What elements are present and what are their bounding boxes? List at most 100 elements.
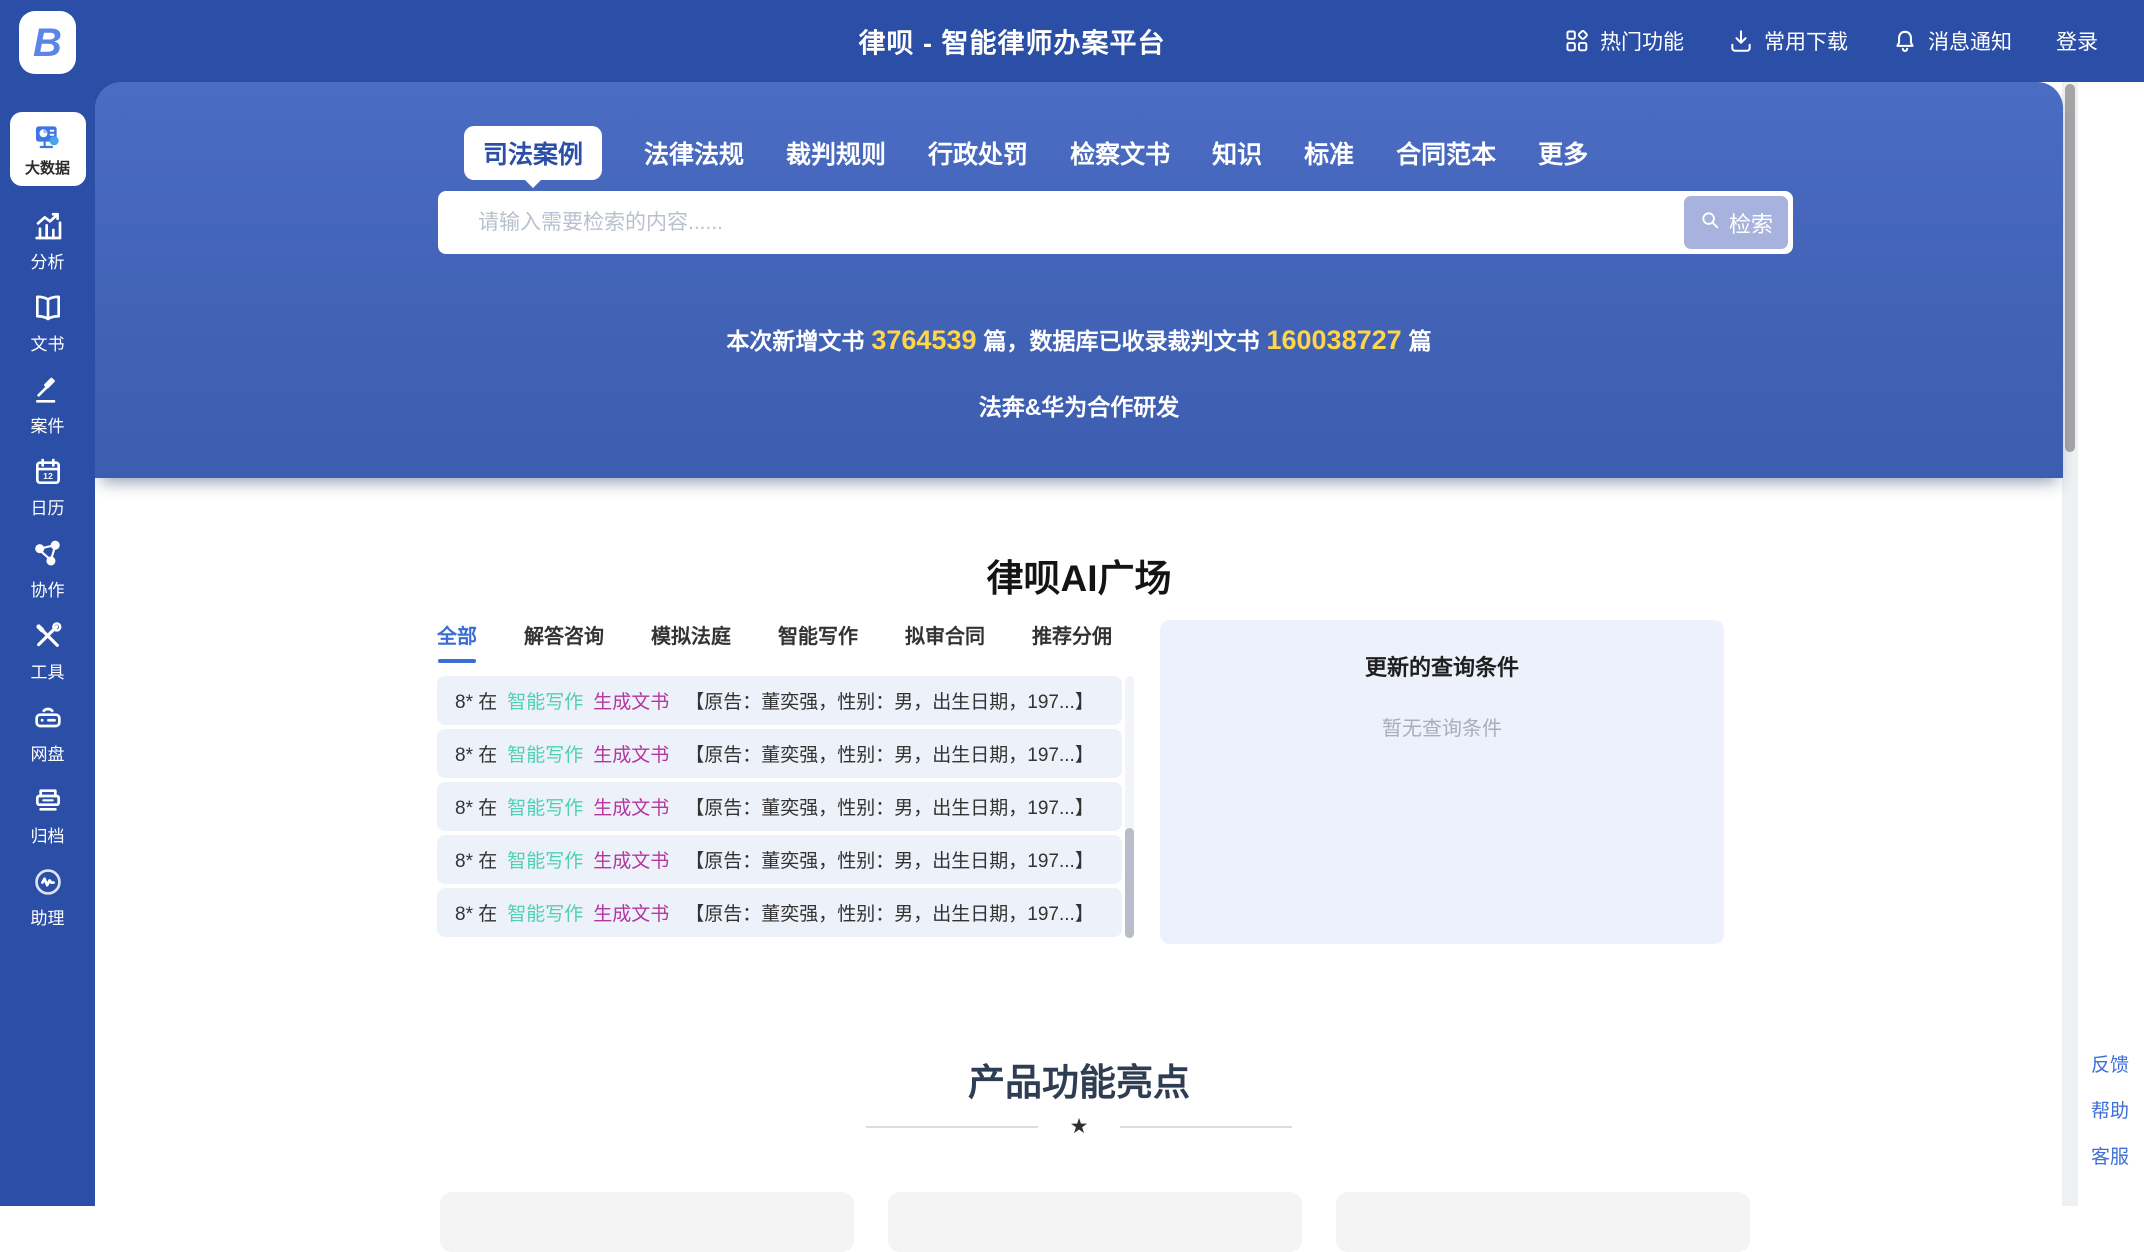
feedback-link[interactable]: 反馈 <box>2080 1050 2140 1077</box>
tab-administrative-penalty[interactable]: 行政处罚 <box>928 135 1028 171</box>
item-action-tag: 生成文书 <box>593 846 669 873</box>
list-scrollbar-track <box>1125 676 1134 938</box>
document-stats: 本次新增文书3764539篇，数据库已收录裁判文书160038727篇 <box>95 322 2063 356</box>
help-link[interactable]: 帮助 <box>2080 1096 2140 1123</box>
item-user: 8* 在 <box>455 793 497 820</box>
tab-adjudication-rules[interactable]: 裁判规则 <box>786 135 886 171</box>
item-content: 【原告：董奕强，性别：男，出生日期，197...】 <box>685 846 1094 873</box>
tab-standards[interactable]: 标准 <box>1304 135 1354 171</box>
bell-icon <box>1892 28 1918 54</box>
sidebar-item-bigdata[interactable]: 大数据 <box>10 112 86 186</box>
divider-line <box>1120 1126 1292 1128</box>
list-item[interactable]: 8* 在智能写作生成文书【原告：董奕强，性别：男，出生日期，197...】 <box>437 888 1122 937</box>
item-user: 8* 在 <box>455 687 497 714</box>
sidebar-item-label: 网盘 <box>31 740 65 765</box>
sidebar-item-documents[interactable]: 文书 <box>0 282 95 364</box>
sidebar-item-tools[interactable]: 工具 <box>0 610 95 692</box>
ai-activity-list: 8* 在智能写作生成文书【原告：董奕强，性别：男，出生日期，197...】 8*… <box>437 676 1122 941</box>
notifications-button[interactable]: 消息通知 <box>1892 26 2012 56</box>
item-action-tag: 生成文书 <box>593 687 669 714</box>
sidebar-item-archive[interactable]: 归档 <box>0 774 95 856</box>
notifications-label: 消息通知 <box>1928 26 2012 56</box>
gavel-icon <box>32 374 64 406</box>
search-icon <box>1699 209 1721 237</box>
sidebar-item-collaboration[interactable]: 协作 <box>0 528 95 610</box>
ai-plaza-title: 律呗AI广场 <box>95 548 2063 602</box>
sidebar-menu: 大数据 分析 文书 <box>0 112 95 938</box>
sidebar-item-label: 日历 <box>31 494 65 519</box>
item-user: 8* 在 <box>455 846 497 873</box>
tab-judicial-cases[interactable]: 司法案例 <box>464 126 602 180</box>
page-scrollbar-thumb[interactable] <box>2065 84 2075 452</box>
stats-total-docs-count: 160038727 <box>1259 325 1408 355</box>
list-item[interactable]: 8* 在智能写作生成文书【原告：董奕强，性别：男，出生日期，197...】 <box>437 835 1122 884</box>
search-button-label: 检索 <box>1729 207 1773 239</box>
item-content: 【原告：董奕强，性别：男，出生日期，197...】 <box>685 793 1094 820</box>
sidebar-item-label: 工具 <box>31 658 65 683</box>
login-button[interactable]: 登录 <box>2056 26 2098 56</box>
list-scrollbar-thumb[interactable] <box>1125 828 1134 938</box>
ai-tab-contract-review[interactable]: 拟审合同 <box>905 620 985 663</box>
feature-card <box>440 1192 854 1252</box>
sidebar-item-label: 协作 <box>31 576 65 601</box>
svg-text:12: 12 <box>43 471 53 481</box>
query-panel-title: 更新的查询条件 <box>1160 650 1724 682</box>
sidebar: B 大数据 <box>0 0 95 1206</box>
tab-procuratorial-documents[interactable]: 检察文书 <box>1070 135 1170 171</box>
list-item[interactable]: 8* 在智能写作生成文书【原告：董奕强，性别：男，出生日期，197...】 <box>437 676 1122 725</box>
tab-more[interactable]: 更多 <box>1538 135 1588 171</box>
downloads-button[interactable]: 常用下载 <box>1728 26 1848 56</box>
tools-icon <box>32 620 64 652</box>
stats-text: 篇 <box>1409 328 1432 354</box>
sidebar-item-analysis[interactable]: 分析 <box>0 200 95 282</box>
item-feature-tag: 智能写作 <box>507 740 583 767</box>
share-nodes-icon <box>32 538 64 570</box>
analysis-chart-icon <box>32 210 64 242</box>
search-category-tabs: 司法案例 法律法规 裁判规则 行政处罚 检察文书 知识 标准 合同范本 更多 <box>464 126 1588 180</box>
item-feature-tag: 智能写作 <box>507 687 583 714</box>
highlights-divider: ★ <box>95 1116 2063 1137</box>
item-user: 8* 在 <box>455 740 497 767</box>
query-conditions-panel: 更新的查询条件 暂无查询条件 <box>1160 620 1724 944</box>
feature-card <box>888 1192 1302 1252</box>
list-item[interactable]: 8* 在智能写作生成文书【原告：董奕强，性别：男，出生日期，197...】 <box>437 782 1122 831</box>
ai-tab-mock-court[interactable]: 模拟法庭 <box>651 620 731 663</box>
sidebar-item-cases[interactable]: 案件 <box>0 364 95 446</box>
feature-cards-row <box>440 1192 1750 1252</box>
tab-knowledge[interactable]: 知识 <box>1212 135 1262 171</box>
book-icon <box>32 292 64 324</box>
query-panel-empty-text: 暂无查询条件 <box>1160 712 1724 741</box>
archive-icon <box>32 784 64 816</box>
sidebar-item-label: 文书 <box>31 330 65 355</box>
sidebar-item-assistant[interactable]: 助理 <box>0 856 95 938</box>
downloads-label: 常用下载 <box>1764 26 1848 56</box>
list-item[interactable]: 8* 在智能写作生成文书【原告：董奕强，性别：男，出生日期，197...】 <box>437 729 1122 778</box>
divider-line <box>866 1126 1038 1128</box>
calendar-icon: 12 <box>32 456 64 488</box>
tab-laws-regulations[interactable]: 法律法规 <box>644 135 744 171</box>
ai-tab-all[interactable]: 全部 <box>437 620 477 663</box>
hot-features-button[interactable]: 热门功能 <box>1564 26 1684 56</box>
bigdata-dashboard-icon <box>32 121 64 153</box>
brand-logo[interactable]: B <box>19 11 76 74</box>
search-button[interactable]: 检索 <box>1684 196 1788 249</box>
item-feature-tag: 智能写作 <box>507 846 583 873</box>
sidebar-item-cloud-drive[interactable]: 网盘 <box>0 692 95 774</box>
sidebar-item-calendar[interactable]: 12 日历 <box>0 446 95 528</box>
customer-service-link[interactable]: 客服 <box>2080 1142 2140 1169</box>
search-bar: 检索 <box>438 191 1793 254</box>
ai-tab-smart-writing[interactable]: 智能写作 <box>778 620 858 663</box>
ai-tab-referral[interactable]: 推荐分佣 <box>1032 620 1112 663</box>
sidebar-item-label: 归档 <box>31 822 65 847</box>
app-title: 律呗 - 智能律师办案平台 <box>859 22 1166 61</box>
item-user: 8* 在 <box>455 899 497 926</box>
item-feature-tag: 智能写作 <box>507 793 583 820</box>
tab-contract-templates[interactable]: 合同范本 <box>1396 135 1496 171</box>
item-action-tag: 生成文书 <box>593 793 669 820</box>
item-action-tag: 生成文书 <box>593 740 669 767</box>
highlights-title: 产品功能亮点 <box>95 1052 2063 1106</box>
cloud-drive-icon <box>32 702 64 734</box>
ai-tab-consulting[interactable]: 解答咨询 <box>524 620 604 663</box>
hot-features-label: 热门功能 <box>1600 26 1684 56</box>
search-input[interactable] <box>438 191 1668 254</box>
